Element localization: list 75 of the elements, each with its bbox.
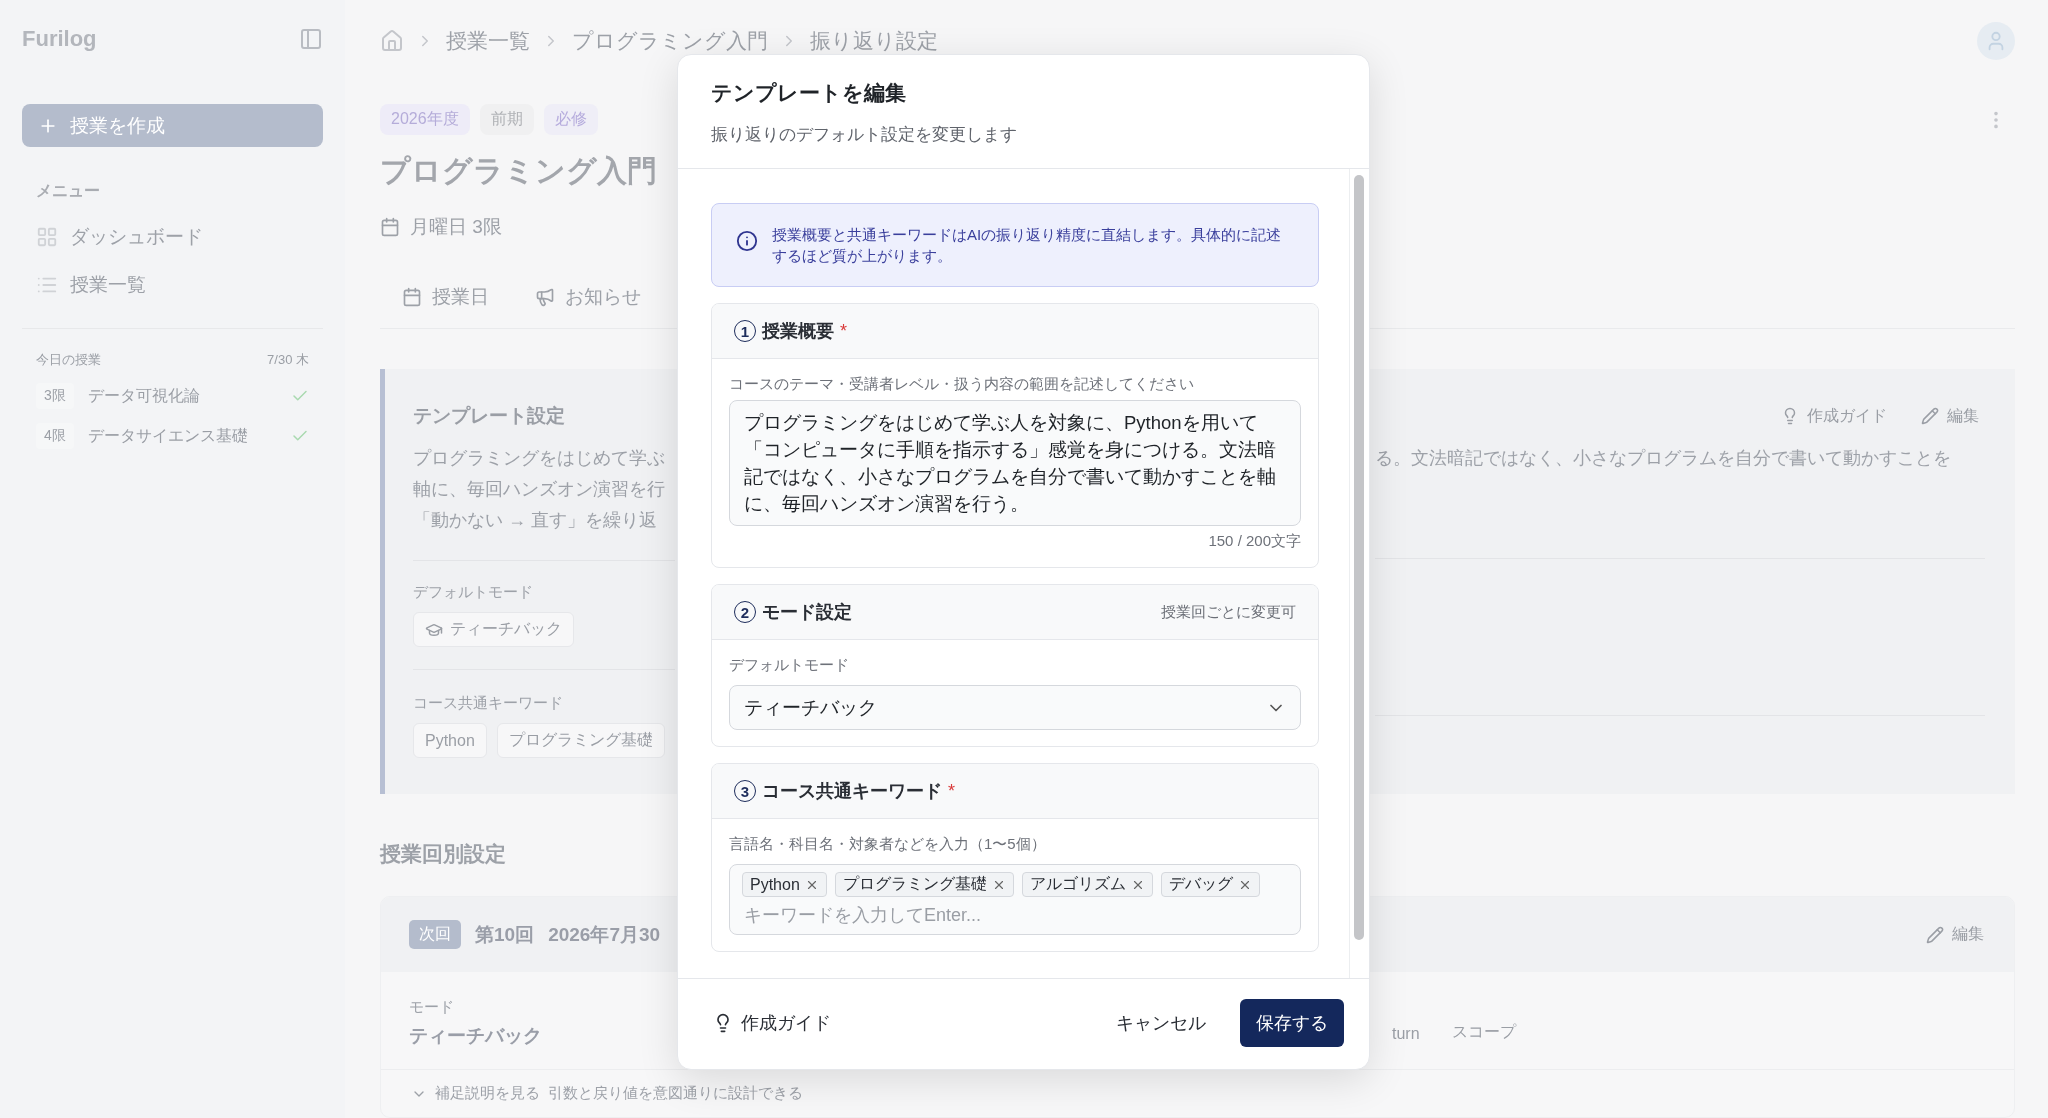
session-number: 第10回: [475, 922, 535, 947]
summary-text: る。文法暗記ではなく、小さなプログラムを自分で書いて動かすことを: [1375, 447, 1952, 471]
summary-text: プログラミングをはじめて学ぶ: [413, 447, 666, 471]
course-tag: 必修: [543, 104, 598, 136]
session-date: 2026年7月30: [548, 922, 661, 947]
field-label: デフォルトモード: [729, 656, 850, 675]
course-title: プログラミング入門: [380, 153, 657, 190]
pencil-icon: [1926, 925, 1944, 944]
section-heading: 授業回別設定: [380, 841, 506, 868]
field-label: モード: [409, 998, 455, 1017]
keyword-chip: プログラミング基礎: [496, 723, 665, 759]
course-tag: 2026年度: [380, 104, 470, 136]
keyword-input[interactable]: キーワードを入力してEnter...: [742, 903, 1288, 928]
field-hint: 言語名・科目名・対象者などを入力（1〜5個）: [729, 835, 1047, 854]
breadcrumb-link[interactable]: 授業一覧: [446, 27, 530, 56]
required-mark: *: [840, 320, 847, 342]
breadcrumb-link[interactable]: プログラミング入門: [572, 27, 768, 56]
calendar-icon: [402, 287, 422, 308]
field-label: コース共通キーワード: [413, 694, 564, 714]
create-class-button[interactable]: 授業を作成: [22, 104, 323, 147]
today-date: 7/30 木: [267, 351, 309, 369]
menu-item[interactable]: ダッシュボード: [36, 224, 323, 250]
character-counter: 150 / 200文字: [1208, 532, 1301, 551]
guide-button[interactable]: 作成ガイド: [1781, 403, 1887, 430]
info-icon: [736, 230, 758, 252]
home-icon[interactable]: [380, 29, 404, 54]
summary-text: 軸に、毎回ハンズオン演習を行: [413, 478, 666, 502]
menu-heading: メニュー: [36, 181, 101, 201]
section-title: モード設定: [762, 601, 852, 624]
keyword-tag: アルゴリズム: [1021, 872, 1153, 897]
class-link[interactable]: データサイエンス基礎: [87, 425, 277, 447]
breadcrumb-link[interactable]: 振り返り設定: [810, 27, 938, 56]
keyword-field[interactable]: Python プログラミング基礎 アルゴリズム デバッグ キーワードを入力してEnter...: [729, 864, 1301, 935]
mode-select[interactable]: ティーチバック: [729, 685, 1301, 730]
schedule-text: 月曜日 3限: [410, 215, 502, 240]
section-title: コース共通キーワード: [762, 780, 942, 803]
section-note: 授業回ごとに変更可: [1161, 602, 1296, 622]
mode-chip: ティーチバック: [413, 612, 574, 648]
menu-item[interactable]: 授業一覧: [36, 272, 323, 298]
section-title: 授業概要: [762, 320, 834, 343]
keyword-tag: デバッグ: [1160, 872, 1260, 897]
save-button[interactable]: 保存する: [1240, 999, 1344, 1047]
field-label: デフォルトモード: [413, 583, 534, 603]
section-heading: 今日の授業: [36, 351, 101, 369]
edit-button[interactable]: 編集: [1921, 403, 1979, 430]
dialog-title: テンプレートを編集: [711, 80, 907, 106]
details-toggle[interactable]: 補足説明を見る: [435, 1084, 540, 1103]
info-text: 授業概要と共通キーワードはAIの振り返り精度に直結します。具体的に記述するほど質が上がります。: [772, 225, 1283, 266]
scrollbar-thumb[interactable]: [1354, 175, 1364, 941]
grid-icon: [36, 226, 58, 248]
keyword-chip: Python: [413, 723, 487, 759]
required-mark: *: [948, 780, 955, 802]
goal-text: 引数と戻り値を意図通りに設計できる: [548, 1084, 803, 1103]
calendar-icon: [380, 217, 400, 238]
field-hint: コースのテーマ・受講者レベル・扱う内容の範囲を記述してください: [729, 375, 1195, 394]
tab[interactable]: 授業日: [402, 270, 489, 329]
megaphone-icon: [535, 287, 555, 308]
next-badge: 次回: [409, 920, 461, 950]
panel-toggle-icon[interactable]: [299, 27, 323, 51]
pencil-icon: [1921, 407, 1939, 426]
summary-field[interactable]: プログラミングをはじめて学ぶ人を対象に、Pythonを用いて「コンピュータに手順を指示する」感覚を身につける。文法暗記ではなく、小さなプログラムを自分で書いて動かすことを軸に、毎回ハンズオン演習を行う。: [729, 400, 1301, 526]
keyword-tag: Python: [742, 872, 827, 897]
keyword-tag: プログラミング基礎: [834, 872, 1014, 897]
avatar[interactable]: [1977, 22, 2015, 61]
class-link[interactable]: データ可視化論: [87, 385, 277, 407]
edit-button[interactable]: 編集: [1926, 924, 1984, 946]
course-tag: 前期: [479, 104, 534, 136]
cancel-button[interactable]: キャンセル: [1102, 999, 1220, 1047]
tab[interactable]: お知らせ: [535, 270, 641, 329]
brand-name: Furilog: [22, 26, 97, 52]
card-title: テンプレート設定: [413, 404, 566, 429]
dialog-subtitle: 振り返りのデフォルト設定を変更します: [711, 124, 1018, 146]
mode-value: ティーチバック: [409, 1024, 543, 1048]
guide-button[interactable]: 作成ガイド: [713, 1011, 831, 1035]
summary-text: 「動かない → 直す」を繰り返: [413, 509, 658, 533]
